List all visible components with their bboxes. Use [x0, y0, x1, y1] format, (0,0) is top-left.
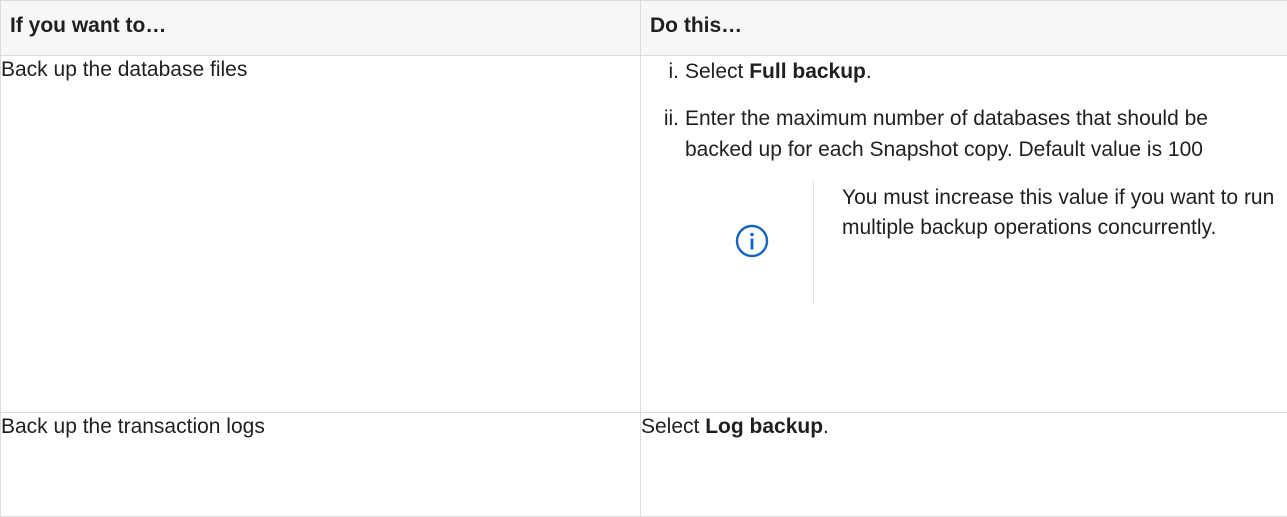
full-backup-option: Full backup — [749, 60, 866, 83]
step-marker: i. — [641, 56, 685, 87]
info-icon — [735, 224, 769, 263]
do-suffix: . — [823, 415, 829, 438]
do-text: Select Log backup. — [641, 413, 1287, 441]
steps-list: i. Select Full backup. ii. Enter the max… — [641, 56, 1287, 165]
step-text: Enter the maximum number of databases th… — [685, 103, 1287, 165]
step-prefix: Select — [685, 60, 749, 83]
step-item: i. Select Full backup. — [641, 56, 1287, 87]
table-row: Back up the database files i. Select Ful… — [1, 56, 1287, 413]
note-icon-column — [691, 181, 814, 305]
want-cell: Back up the database files — [1, 56, 641, 413]
step-text: Select Full backup. — [685, 56, 1287, 87]
do-cell: i. Select Full backup. ii. Enter the max… — [641, 56, 1287, 413]
step-suffix: . — [866, 60, 872, 83]
want-text: Back up the transaction logs — [1, 413, 640, 441]
log-backup-option: Log backup — [705, 415, 823, 438]
step-item: ii. Enter the maximum number of database… — [641, 103, 1287, 165]
step-marker: ii. — [641, 103, 685, 165]
note-text: You must increase this value if you want… — [814, 181, 1287, 305]
table-header-row: If you want to… Do this… — [1, 1, 1287, 56]
table-row: Back up the transaction logs Select Log … — [1, 413, 1287, 517]
do-cell: Select Log backup. — [641, 413, 1287, 517]
backup-options-table: If you want to… Do this… Back up the dat… — [0, 0, 1287, 517]
header-do-this: Do this… — [641, 1, 1287, 56]
do-prefix: Select — [641, 415, 705, 438]
info-note: You must increase this value if you want… — [691, 181, 1287, 305]
header-if-you-want-to: If you want to… — [1, 1, 641, 56]
want-text: Back up the database files — [1, 56, 640, 84]
want-cell: Back up the transaction logs — [1, 413, 641, 517]
